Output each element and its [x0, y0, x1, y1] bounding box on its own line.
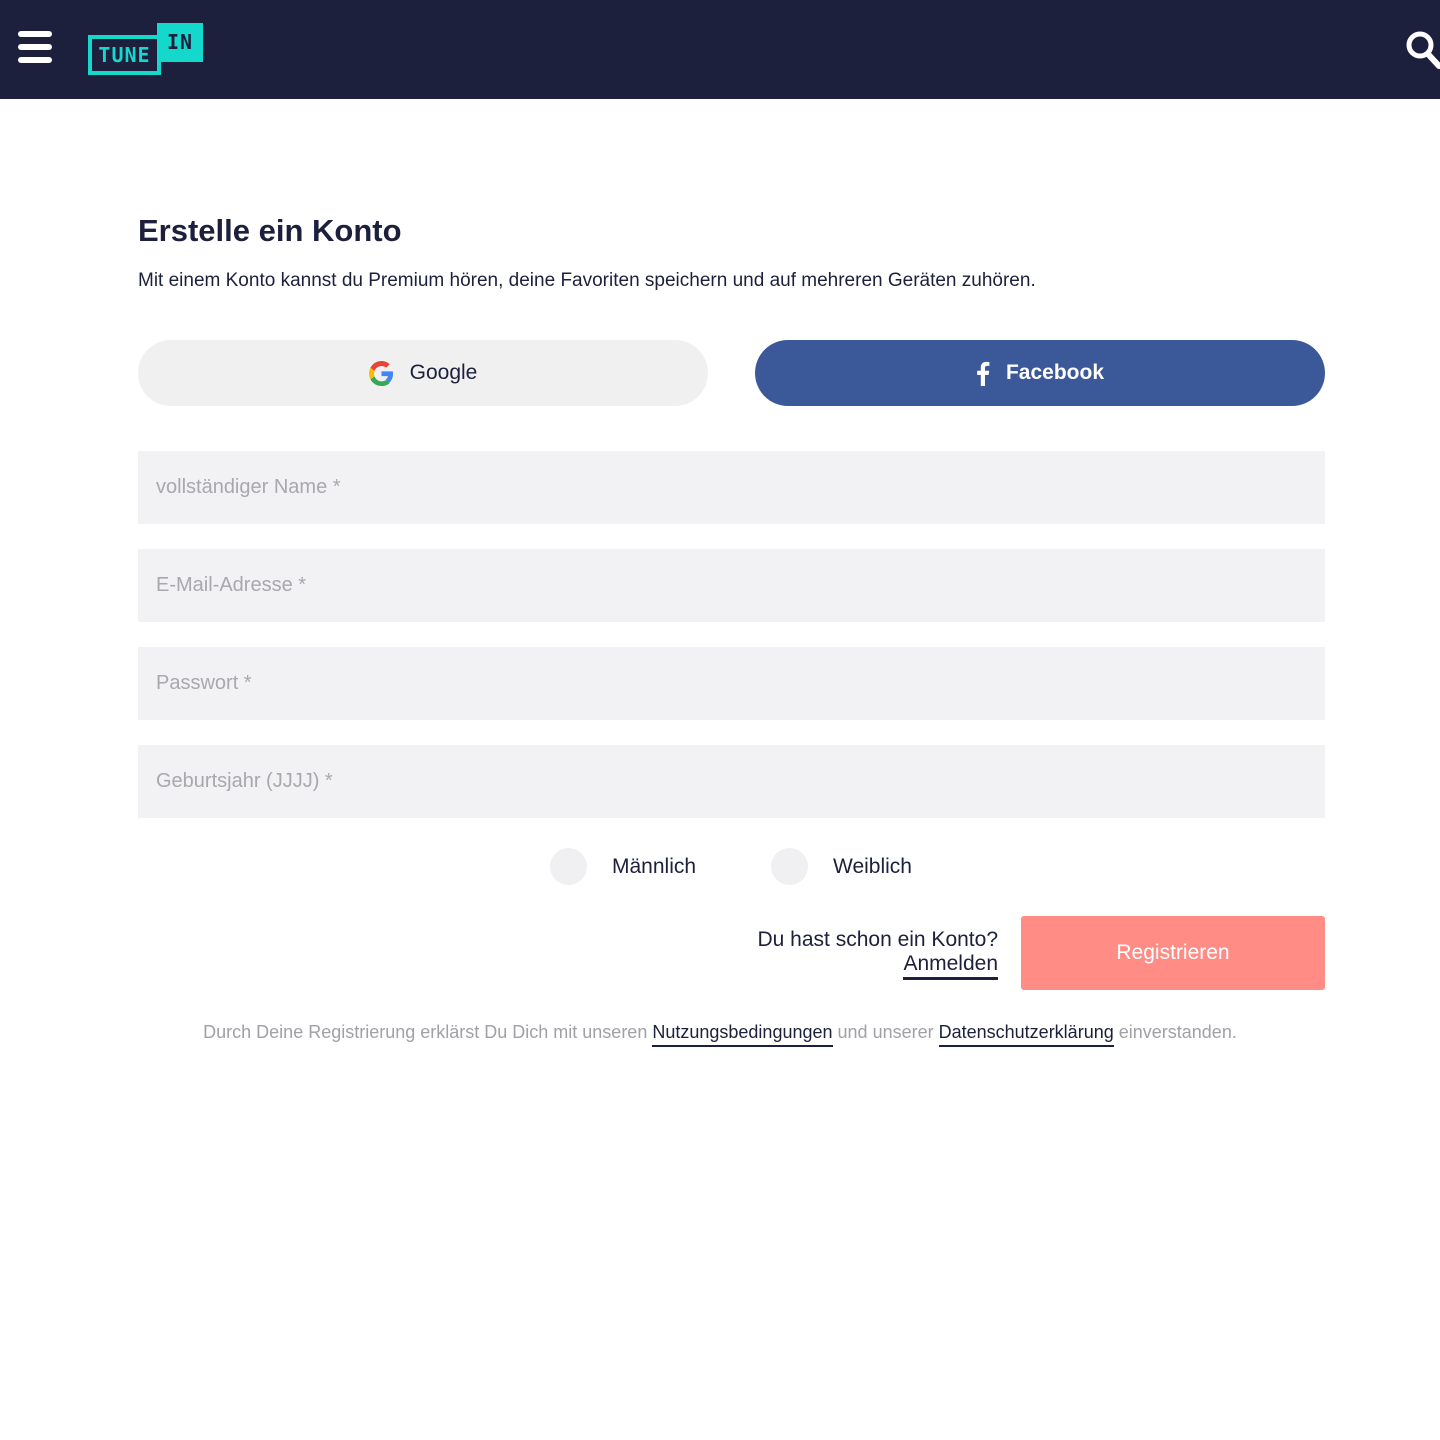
terms-suffix: einverstanden. — [1118, 1022, 1237, 1042]
logo-tune-text: TUNE — [88, 35, 161, 75]
facebook-icon — [976, 361, 990, 386]
terms-prefix: Durch Deine Registrierung erklärst Du Di… — [203, 1022, 648, 1042]
full-name-input[interactable] — [138, 451, 1325, 524]
existing-account-prompt: Du hast schon ein Konto? Anmelden — [757, 928, 999, 980]
gender-female-label: Weiblich — [833, 854, 912, 878]
register-button[interactable]: Registrieren — [1021, 916, 1325, 990]
facebook-button-label: Facebook — [1005, 361, 1105, 384]
gender-male-label: Männlich — [612, 854, 697, 878]
terms-notice: Durch Deine Registrierung erklärst Du Di… — [0, 1022, 1440, 1047]
gender-male-option[interactable]: Männlich — [550, 848, 696, 885]
terms-of-use-link[interactable]: Nutzungsbedingungen — [652, 1022, 833, 1047]
tunein-logo[interactable]: IN TUNE — [88, 22, 204, 75]
gender-female-option[interactable]: Weiblich — [771, 848, 912, 885]
logo-in-text: IN — [157, 23, 203, 62]
gender-male-radio[interactable] — [550, 848, 587, 885]
email-input[interactable] — [138, 549, 1325, 622]
google-button-label: Google — [409, 361, 478, 384]
password-input[interactable] — [138, 647, 1325, 720]
facebook-signin-button[interactable]: Facebook — [755, 340, 1325, 406]
signin-link[interactable]: Anmelden — [903, 952, 998, 980]
gender-female-radio[interactable] — [771, 848, 808, 885]
birth-year-input[interactable] — [138, 745, 1325, 818]
top-navigation-bar: IN TUNE — [0, 0, 1440, 99]
page-subtitle: Mit einem Konto kannst du Premium hören,… — [138, 270, 1036, 291]
page-title: Erstelle ein Konto — [138, 213, 402, 248]
google-icon — [368, 360, 394, 386]
hamburger-menu-icon[interactable] — [18, 31, 52, 64]
privacy-policy-link[interactable]: Datenschutzerklärung — [938, 1022, 1114, 1047]
search-icon[interactable] — [1405, 30, 1440, 70]
have-account-text: Du hast schon ein Konto? — [757, 928, 999, 951]
google-signin-button[interactable]: Google — [138, 340, 708, 406]
terms-middle: und unserer — [837, 1022, 934, 1042]
